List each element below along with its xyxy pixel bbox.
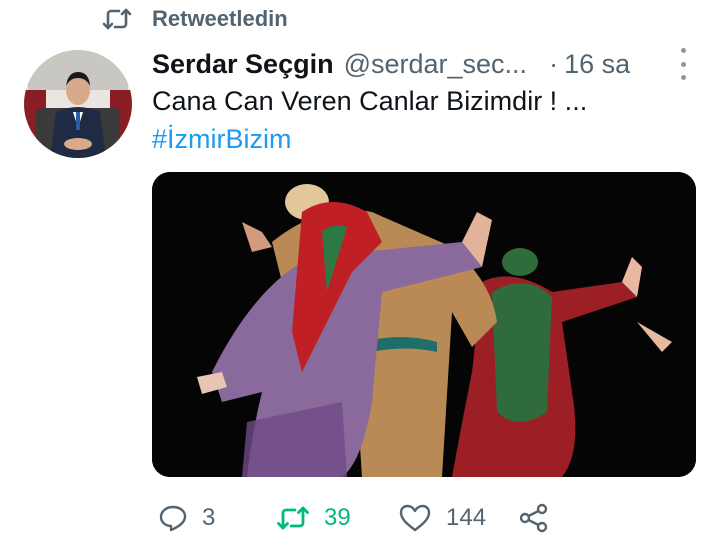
retweet-banner: Retweetledin — [102, 6, 288, 32]
retweet-banner-label: Retweetledin — [152, 6, 288, 31]
retweet-icon — [102, 7, 132, 31]
share-button[interactable] — [518, 498, 550, 538]
reply-count: 3 — [202, 504, 216, 531]
heart-icon — [398, 503, 432, 533]
tweet-header: Serdar Seçgin @serdar_sec... · 16 sa — [152, 44, 690, 84]
tweet-image[interactable] — [152, 172, 696, 477]
tweet-time[interactable]: 16 sa — [564, 49, 630, 80]
tweet-text: Cana Can Veren Canlar Bizimdir ! ... — [152, 86, 588, 116]
like-count: 144 — [446, 504, 487, 531]
retweet-button[interactable]: 39 — [276, 498, 351, 538]
more-options-icon[interactable] — [676, 48, 690, 80]
hashtag-link[interactable]: #İzmirBizim — [152, 124, 292, 155]
avatar[interactable] — [24, 50, 132, 158]
retweet-active-icon — [276, 505, 310, 531]
share-icon — [518, 502, 550, 534]
separator: · — [549, 48, 559, 79]
author-display-name[interactable]: Serdar Seçgin — [152, 49, 334, 80]
reply-button[interactable]: 3 — [158, 498, 215, 538]
like-button[interactable]: 144 — [398, 498, 486, 538]
reply-icon — [158, 504, 188, 532]
author-handle[interactable]: @serdar_sec... — [344, 49, 527, 80]
retweet-count: 39 — [324, 504, 351, 531]
tweet-actions: 3 39 144 — [152, 498, 712, 538]
